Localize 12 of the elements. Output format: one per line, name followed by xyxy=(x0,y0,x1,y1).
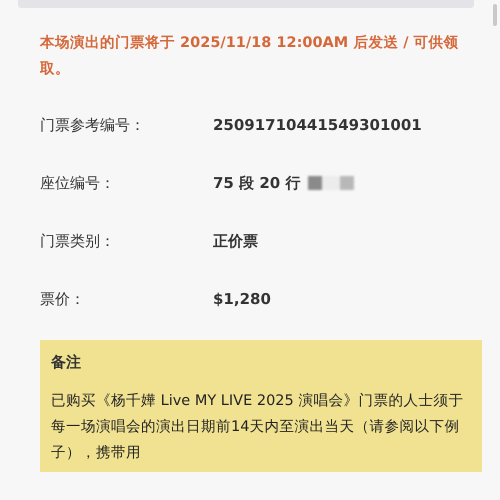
field-value: 正价票 xyxy=(213,232,258,250)
remarks-text: 已购买《杨千嬅 Live MY LIVE 2025 演唱会》门票的人士须于每一场演唱会的演出日期前14天内至演出当天（请参阅以下例子），携带用 xyxy=(51,392,464,463)
field-value: $1,280 xyxy=(213,290,271,308)
field-label: 票价： xyxy=(40,290,86,308)
ticket-release-notice: 本场演出的门票将于 2025/11/18 12:00AM 后发送 / 可供领取。 xyxy=(40,33,460,79)
remarks-title: 备注 xyxy=(51,352,82,372)
field-value: 25091710441549301001 xyxy=(213,116,422,134)
scrollbar-thumb xyxy=(493,4,497,26)
field-value: 75 段 20 行 xyxy=(213,174,300,192)
field-label: 门票类别： xyxy=(40,232,116,250)
field-label: 座位编号： xyxy=(40,174,116,192)
field-label: 门票参考编号： xyxy=(40,116,146,134)
